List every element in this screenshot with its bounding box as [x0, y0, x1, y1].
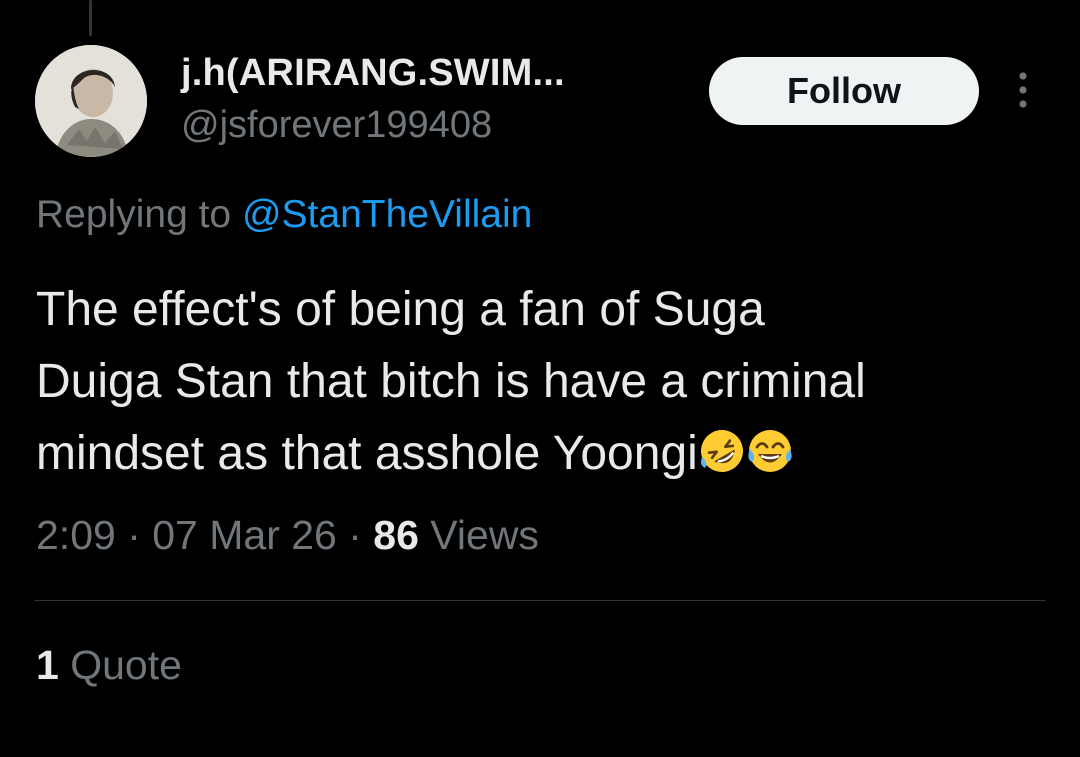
- avatar[interactable]: [35, 45, 147, 157]
- tweet-text-line: The effect's of being a fan of Suga: [36, 283, 765, 336]
- more-vertical-icon: [1019, 72, 1027, 108]
- tweet-time[interactable]: 2:09: [36, 512, 116, 558]
- divider: [34, 600, 1046, 601]
- tweet-text-line: Duiga Stan that bitch is have a criminal: [36, 355, 866, 408]
- follow-button[interactable]: Follow: [709, 57, 979, 125]
- author-display-name[interactable]: j.h(ARIRANG.SWIM...: [181, 52, 565, 95]
- tweet-metadata: 2:09 · 07 Mar 26 · 86 Views: [36, 512, 539, 559]
- avatar-photo: [35, 45, 147, 157]
- replying-to-line: Replying to @StanTheVillain: [36, 193, 532, 237]
- tweet-text-line-with-emojis: mindset as that asshole Yoongi: [36, 418, 1046, 490]
- quote-label: Quote: [58, 642, 182, 688]
- tweet-text: The effect's of being a fan of Suga Duig…: [36, 274, 1046, 490]
- meta-separator: ·: [336, 512, 374, 558]
- tweet-date[interactable]: 07 Mar 26: [152, 512, 337, 558]
- more-options-button[interactable]: [1008, 68, 1038, 112]
- tears-of-joy-emoji-icon: [748, 430, 792, 472]
- thread-connector-line: [89, 0, 92, 36]
- replying-prefix: Replying to: [36, 193, 242, 236]
- views-label: Views: [418, 512, 539, 558]
- quotes-link[interactable]: 1 Quote: [36, 642, 182, 689]
- rolling-on-floor-laughing-emoji-icon: [700, 430, 743, 472]
- tweet-text-line: mindset as that asshole Yoongi: [36, 427, 698, 480]
- replying-to-mention-link[interactable]: @StanTheVillain: [242, 193, 532, 236]
- meta-separator: ·: [115, 512, 153, 558]
- views-count: 86: [373, 512, 419, 558]
- quote-count: 1: [36, 642, 59, 688]
- author-handle[interactable]: @jsforever199408: [181, 104, 492, 147]
